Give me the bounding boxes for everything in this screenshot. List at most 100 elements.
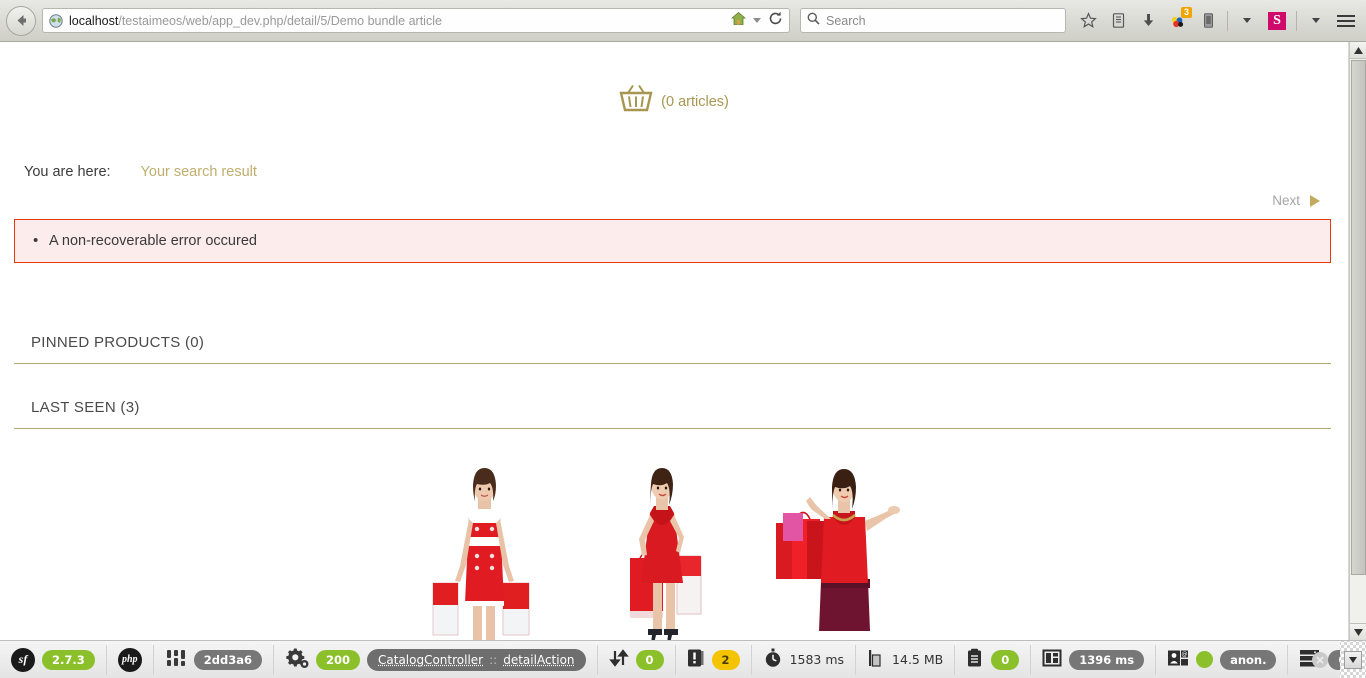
url-path: /testaimeos/web/app_dev.php/detail/5/Dem…: [118, 13, 442, 28]
url-host: localhost: [69, 13, 119, 28]
error-message-box: A non-recoverable error occured: [14, 219, 1331, 263]
sf-security-status-dot: [1196, 651, 1214, 668]
breadcrumb-prefix: You are here:: [24, 164, 111, 180]
template-icon: [1042, 648, 1062, 671]
forms-icon: [966, 648, 984, 671]
reader-document-icon[interactable]: [1194, 7, 1222, 35]
sf-redirect-block[interactable]: 0: [598, 644, 676, 675]
log-icon: [687, 648, 705, 671]
skype-letter: S: [1268, 11, 1286, 30]
home-icon[interactable]: [730, 11, 747, 31]
sf-config-block[interactable]: 2dd3a6: [154, 644, 274, 675]
product-image-demo-bundle[interactable]: [407, 461, 562, 640]
product-image-demo-selection[interactable]: [761, 461, 916, 640]
sf-forms-block[interactable]: 0: [955, 644, 1032, 675]
sf-controller-name: CatalogController: [378, 652, 484, 667]
skype-chevron-down-icon[interactable]: [1302, 7, 1330, 35]
sf-request-time: 1583 ms: [789, 652, 845, 667]
section-pinned-products: PINNED PRODUCTS (0): [14, 319, 1331, 364]
skype-icon[interactable]: S: [1263, 7, 1291, 35]
sf-security-block[interactable]: @ anon.: [1156, 644, 1289, 675]
sf-request-block[interactable]: 200 CatalogController :: detailAction: [274, 644, 598, 675]
config-icon: [165, 648, 187, 671]
basket-article-count: (0 articles): [661, 93, 729, 110]
security-icon: @: [1167, 648, 1189, 671]
download-icon[interactable]: [1134, 7, 1162, 35]
sf-security-user: anon.: [1220, 649, 1277, 670]
gear-icon: [285, 647, 309, 672]
breadcrumb-link-search-result[interactable]: Your search result: [141, 164, 257, 180]
addon-badge: 3: [1180, 6, 1192, 18]
address-bar[interactable]: localhost/testaimeos/web/app_dev.php/det…: [42, 8, 790, 33]
sf-memory-block[interactable]: 14.5 MB: [856, 644, 956, 675]
sf-template-time: 1396 ms: [1069, 649, 1145, 670]
sf-forms-count: 0: [991, 649, 1020, 670]
browser-action-icons: 3 S: [1074, 6, 1360, 35]
chevron-down-icon[interactable]: [753, 18, 761, 23]
product-item[interactable]: DEMO SELECTION: [761, 461, 916, 640]
redirect-icon: [608, 648, 629, 671]
breadcrumb: You are here: Your search result: [0, 164, 1348, 180]
symfony-debug-toolbar: sf 2.7.3 php 2dd3a6 200 CatalogControlle…: [0, 640, 1366, 678]
sf-log-block[interactable]: 2: [676, 644, 752, 675]
section-title: LAST SEEN (3): [31, 399, 140, 416]
sf-collapse-button[interactable]: [1344, 651, 1362, 669]
page-scrollbar[interactable]: [1349, 42, 1366, 640]
sf-controller-info[interactable]: CatalogController :: detailAction: [367, 648, 586, 671]
sf-action-name: detailAction: [503, 652, 575, 667]
triangle-down-icon: [1349, 657, 1357, 663]
error-list: A non-recoverable error occured: [29, 232, 257, 249]
search-icon: [807, 12, 820, 30]
product-item[interactable]: DEMO ARTICLE: [584, 461, 739, 640]
section-last-seen: LAST SEEN (3): [14, 384, 1331, 429]
triangle-up-icon: [1354, 46, 1363, 54]
scroll-down-button[interactable]: [1350, 623, 1366, 640]
php-logo-icon: php: [117, 647, 142, 672]
browser-toolbar: localhost/testaimeos/web/app_dev.php/det…: [0, 0, 1366, 42]
reload-icon[interactable]: [768, 11, 783, 31]
triangle-down-icon: [1354, 628, 1363, 636]
search-bar[interactable]: Search: [800, 8, 1066, 33]
url-text: localhost/testaimeos/web/app_dev.php/det…: [69, 14, 725, 28]
scroll-up-button[interactable]: [1350, 42, 1366, 59]
toolbar-divider-2: [1296, 10, 1297, 31]
sf-version-badge: 2.7.3: [42, 649, 95, 670]
sf-resize-grip[interactable]: [1340, 641, 1366, 678]
memory-icon: [867, 648, 885, 671]
sf-controller-separator: ::: [489, 652, 498, 667]
menu-button[interactable]: [1332, 7, 1360, 35]
product-item[interactable]: DEMO BUNDLE: [407, 461, 562, 640]
triangle-right-icon: [1310, 194, 1320, 207]
sf-close-button[interactable]: ×: [1312, 652, 1328, 668]
reader-chevron-down-icon[interactable]: [1233, 7, 1261, 35]
basket-summary[interactable]: (0 articles): [0, 42, 1348, 119]
sf-log-count: 2: [711, 649, 740, 670]
back-arrow-icon: [17, 15, 26, 26]
sf-time-block[interactable]: 1583 ms: [752, 644, 857, 675]
sf-route-hash: 2dd3a6: [193, 649, 262, 670]
error-list-item: A non-recoverable error occured: [29, 232, 257, 249]
sf-redirect-count: 0: [635, 649, 664, 670]
toolbar-divider: [1227, 10, 1228, 31]
scrollbar-thumb[interactable]: [1351, 60, 1366, 575]
globe-icon: [49, 13, 63, 28]
pagination-next[interactable]: Next: [0, 193, 1348, 208]
page-content: (0 articles) You are here: Your search r…: [0, 42, 1349, 640]
back-button[interactable]: [6, 5, 36, 36]
sf-version-block[interactable]: sf 2.7.3: [0, 644, 107, 675]
product-list: DEMO BUNDLE: [0, 461, 1348, 640]
search-input-placeholder: Search: [826, 13, 866, 28]
pagination-next-label: Next: [1272, 193, 1300, 208]
bookmark-star-icon[interactable]: [1074, 7, 1102, 35]
timer-icon: [763, 648, 783, 671]
page-viewport: (0 articles) You are here: Your search r…: [0, 42, 1366, 640]
library-icon[interactable]: [1104, 7, 1132, 35]
sf-php-block[interactable]: php: [107, 644, 154, 675]
product-image-demo-article[interactable]: [584, 461, 739, 640]
basket-icon: [619, 84, 653, 119]
addon-dots-icon[interactable]: 3: [1164, 6, 1192, 35]
svg-text:@: @: [1182, 651, 1188, 658]
sf-template-block[interactable]: 1396 ms: [1031, 644, 1157, 675]
sf-status-code: 200: [315, 649, 360, 670]
symfony-logo-icon: sf: [11, 647, 35, 672]
